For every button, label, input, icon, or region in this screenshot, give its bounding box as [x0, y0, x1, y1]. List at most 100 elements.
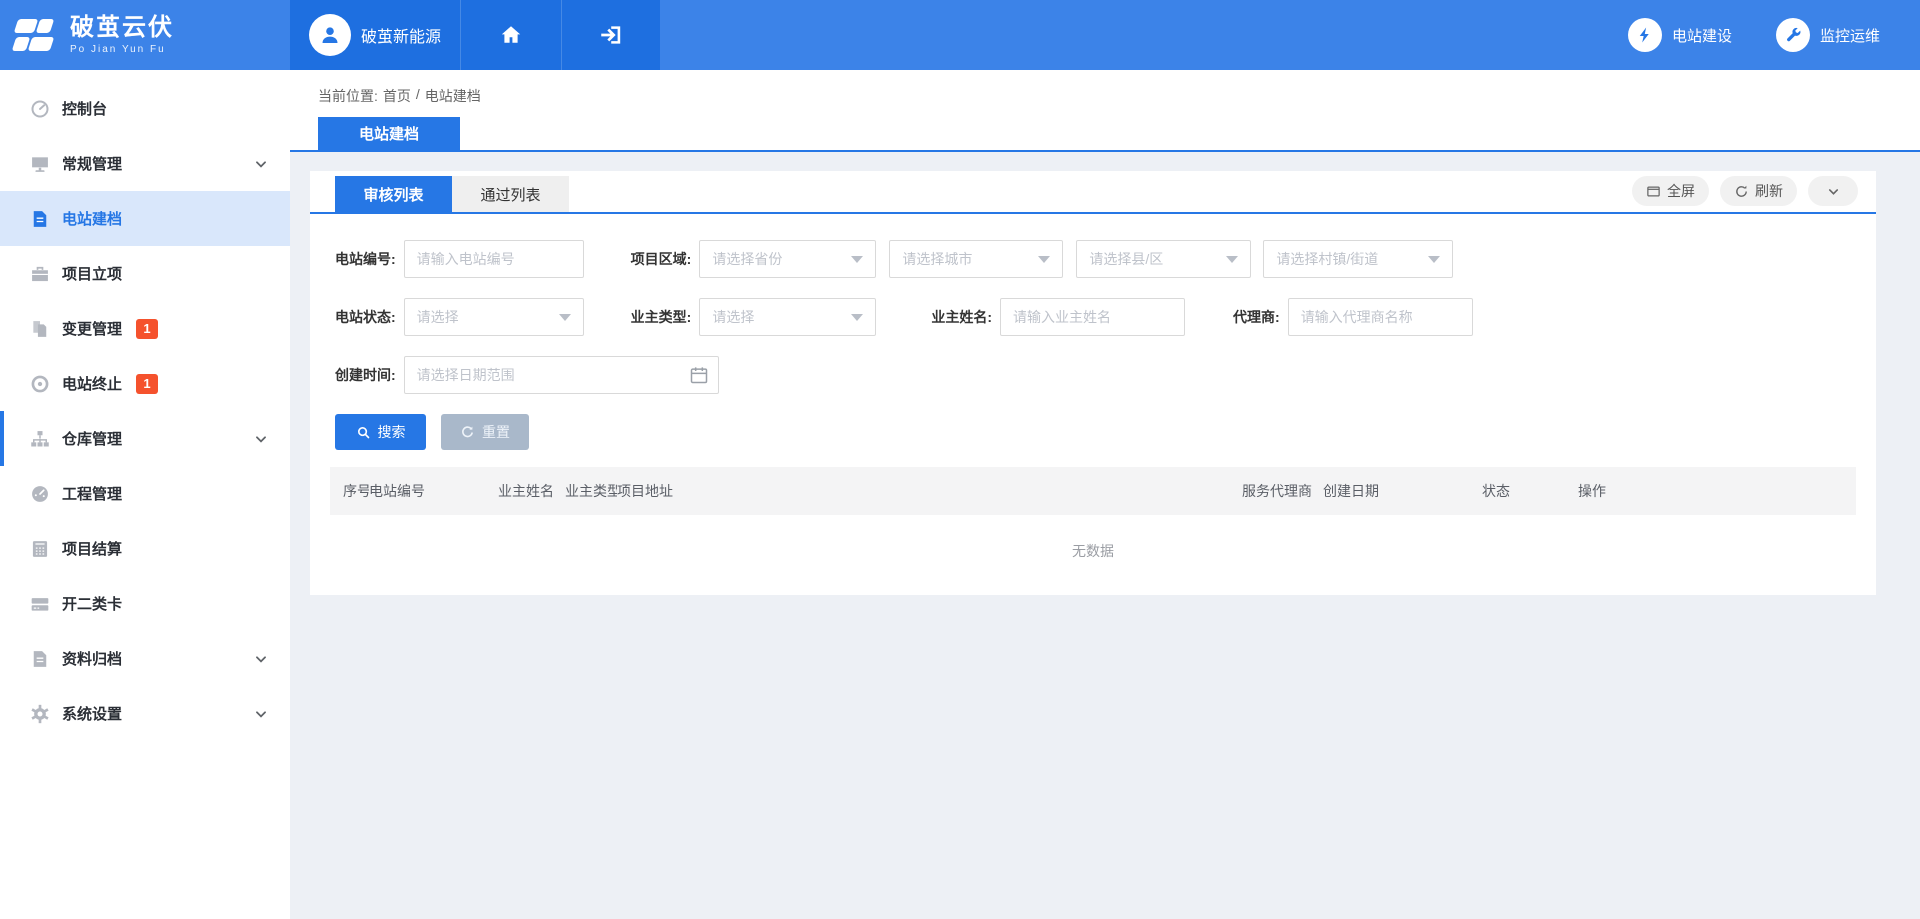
card-toolbar: 全屏 刷新 [1632, 176, 1858, 212]
calculator-icon [30, 539, 50, 559]
sidebar-item-project-initiation[interactable]: 项目立项 [0, 246, 290, 301]
logout-button[interactable] [561, 0, 660, 70]
chevron-down-icon [254, 157, 268, 171]
sidebar-item-warehouse-mgmt[interactable]: 仓库管理 [0, 411, 290, 466]
col-actions: 操作 [1578, 481, 1856, 501]
col-service-agent: 服务代理商 [1242, 481, 1323, 501]
date-range-input[interactable] [404, 356, 719, 394]
collapse-toggle-button[interactable] [1808, 176, 1858, 206]
agent-input[interactable] [1288, 298, 1473, 336]
owner-type-value: 请选择 [712, 307, 754, 327]
search-button[interactable]: 搜索 [335, 414, 426, 450]
briefcase-icon [30, 264, 50, 284]
col-status: 状态 [1482, 481, 1578, 501]
fullscreen-label: 全屏 [1667, 181, 1695, 201]
sidebar-item-label: 项目立项 [62, 263, 122, 284]
station-status-value: 请选择 [417, 307, 459, 327]
caret-down-icon [851, 314, 863, 321]
content-area: 审核列表 通过列表 全屏 [290, 152, 1920, 919]
sidebar-item-system-settings[interactable]: 系统设置 [0, 686, 290, 741]
col-created-date: 创建日期 [1323, 481, 1482, 501]
chevron-down-icon [254, 652, 268, 666]
sidebar-item-general-mgmt[interactable]: 常规管理 [0, 136, 290, 191]
owner-type-select[interactable]: 请选择 [699, 298, 876, 336]
sidebar-item-console[interactable]: 控制台 [0, 81, 290, 136]
sidebar-item-project-settlement[interactable]: 项目结算 [0, 521, 290, 576]
lightning-icon [1628, 18, 1662, 52]
owner-name-input[interactable] [1000, 298, 1185, 336]
city-select-value: 请选择城市 [902, 249, 972, 269]
sidebar-item-label: 系统设置 [62, 703, 122, 724]
col-owner-type: 业主类型 [565, 481, 617, 501]
dashboard-icon [30, 99, 50, 119]
nav-monitor-ops[interactable]: 监控运维 [1776, 18, 1880, 52]
file-icon [30, 649, 50, 669]
reset-button[interactable]: 重置 [441, 414, 529, 450]
breadcrumb: 当前位置: 首页 / 电站建档 [318, 86, 481, 106]
sidebar-item-label: 资料归档 [62, 648, 122, 669]
sidebar-item-station-termination[interactable]: 电站终止 1 [0, 356, 290, 411]
app-window: 破茧云伏 Po Jian Yun Fu 破茧新能源 [0, 0, 1920, 919]
chevron-down-icon [254, 707, 268, 721]
target-icon [30, 374, 50, 394]
town-select-value: 请选择村镇/街道 [1276, 249, 1378, 269]
breadcrumb-separator: / [416, 86, 420, 106]
nav-station-build[interactable]: 电站建设 [1628, 18, 1732, 52]
empty-state-text: 无数据 [330, 515, 1856, 595]
sidebar-item-open-class2-card[interactable]: 开二类卡 [0, 576, 290, 631]
sidebar-item-label: 项目结算 [62, 538, 122, 559]
card-tabs-bar: 审核列表 通过列表 全屏 [310, 171, 1876, 214]
refresh-button[interactable]: 刷新 [1720, 176, 1797, 206]
created-time-label: 创建时间: [335, 365, 396, 385]
breadcrumb-prefix: 当前位置: [318, 86, 378, 106]
sidebar-item-label: 常规管理 [62, 153, 122, 174]
user-menu[interactable]: 破茧新能源 [290, 0, 460, 70]
fullscreen-button[interactable]: 全屏 [1632, 176, 1709, 206]
document-icon [30, 209, 50, 229]
sidebar-item-station-archive[interactable]: 电站建档 [0, 191, 290, 246]
breadcrumb-current: 电站建档 [425, 86, 481, 106]
brand-name: 破茧云伏 [70, 15, 174, 41]
date-range-picker[interactable] [404, 356, 719, 394]
main-area: 当前位置: 首页 / 电站建档 电站建档 审核列表 通过列表 [290, 70, 1920, 919]
tab-review-list[interactable]: 审核列表 [335, 176, 452, 212]
province-select[interactable]: 请选择省份 [699, 240, 876, 278]
county-select[interactable]: 请选择县/区 [1076, 240, 1251, 278]
sidebar-item-change-mgmt[interactable]: 变更管理 1 [0, 301, 290, 356]
home-button[interactable] [460, 0, 561, 70]
station-status-label: 电站状态: [335, 307, 396, 327]
chevron-down-icon [254, 432, 268, 446]
fullscreen-icon [1646, 184, 1661, 199]
city-select[interactable]: 请选择城市 [889, 240, 1063, 278]
sidebar-item-label: 变更管理 [62, 318, 122, 339]
page-header-strip: 当前位置: 首页 / 电站建档 电站建档 [290, 70, 1920, 152]
col-owner-name: 业主姓名 [498, 481, 565, 501]
nav-monitor-ops-label: 监控运维 [1820, 25, 1880, 46]
agent-label: 代理商: [1233, 307, 1280, 327]
sidebar-item-data-archive[interactable]: 资料归档 [0, 631, 290, 686]
chevron-down-icon [1826, 184, 1841, 199]
top-bar-dark-sections: 破茧新能源 [290, 0, 660, 70]
province-select-value: 请选择省份 [712, 249, 782, 269]
refresh-icon [1734, 184, 1749, 199]
page-tab-station-archive[interactable]: 电站建档 [318, 117, 460, 150]
table-header-row: 序号 电站编号 业主姓名 业主类型 项目地址 服务代理商 创建日期 状态 操作 [330, 467, 1856, 515]
search-label: 搜索 [378, 422, 406, 442]
station-no-input[interactable] [404, 240, 584, 278]
region-label: 项目区域: [631, 249, 692, 269]
station-status-select[interactable]: 请选择 [404, 298, 584, 336]
col-project-address: 项目地址 [617, 481, 1242, 501]
list-card: 审核列表 通过列表 全屏 [310, 171, 1876, 595]
tab-passed-list[interactable]: 通过列表 [452, 176, 569, 212]
brand-logo-icon [14, 15, 60, 55]
refresh-label: 刷新 [1755, 181, 1783, 201]
results-table: 序号 电站编号 业主姓名 业主类型 项目地址 服务代理商 创建日期 状态 操作 … [330, 467, 1856, 595]
reset-label: 重置 [482, 422, 510, 442]
sidebar-item-engineering-mgmt[interactable]: 工程管理 [0, 466, 290, 521]
station-no-label: 电站编号: [335, 249, 396, 269]
credit-card-icon [30, 594, 50, 614]
breadcrumb-home-link[interactable]: 首页 [383, 86, 411, 106]
user-icon [318, 23, 342, 47]
town-select[interactable]: 请选择村镇/街道 [1263, 240, 1453, 278]
owner-type-label: 业主类型: [631, 307, 692, 327]
